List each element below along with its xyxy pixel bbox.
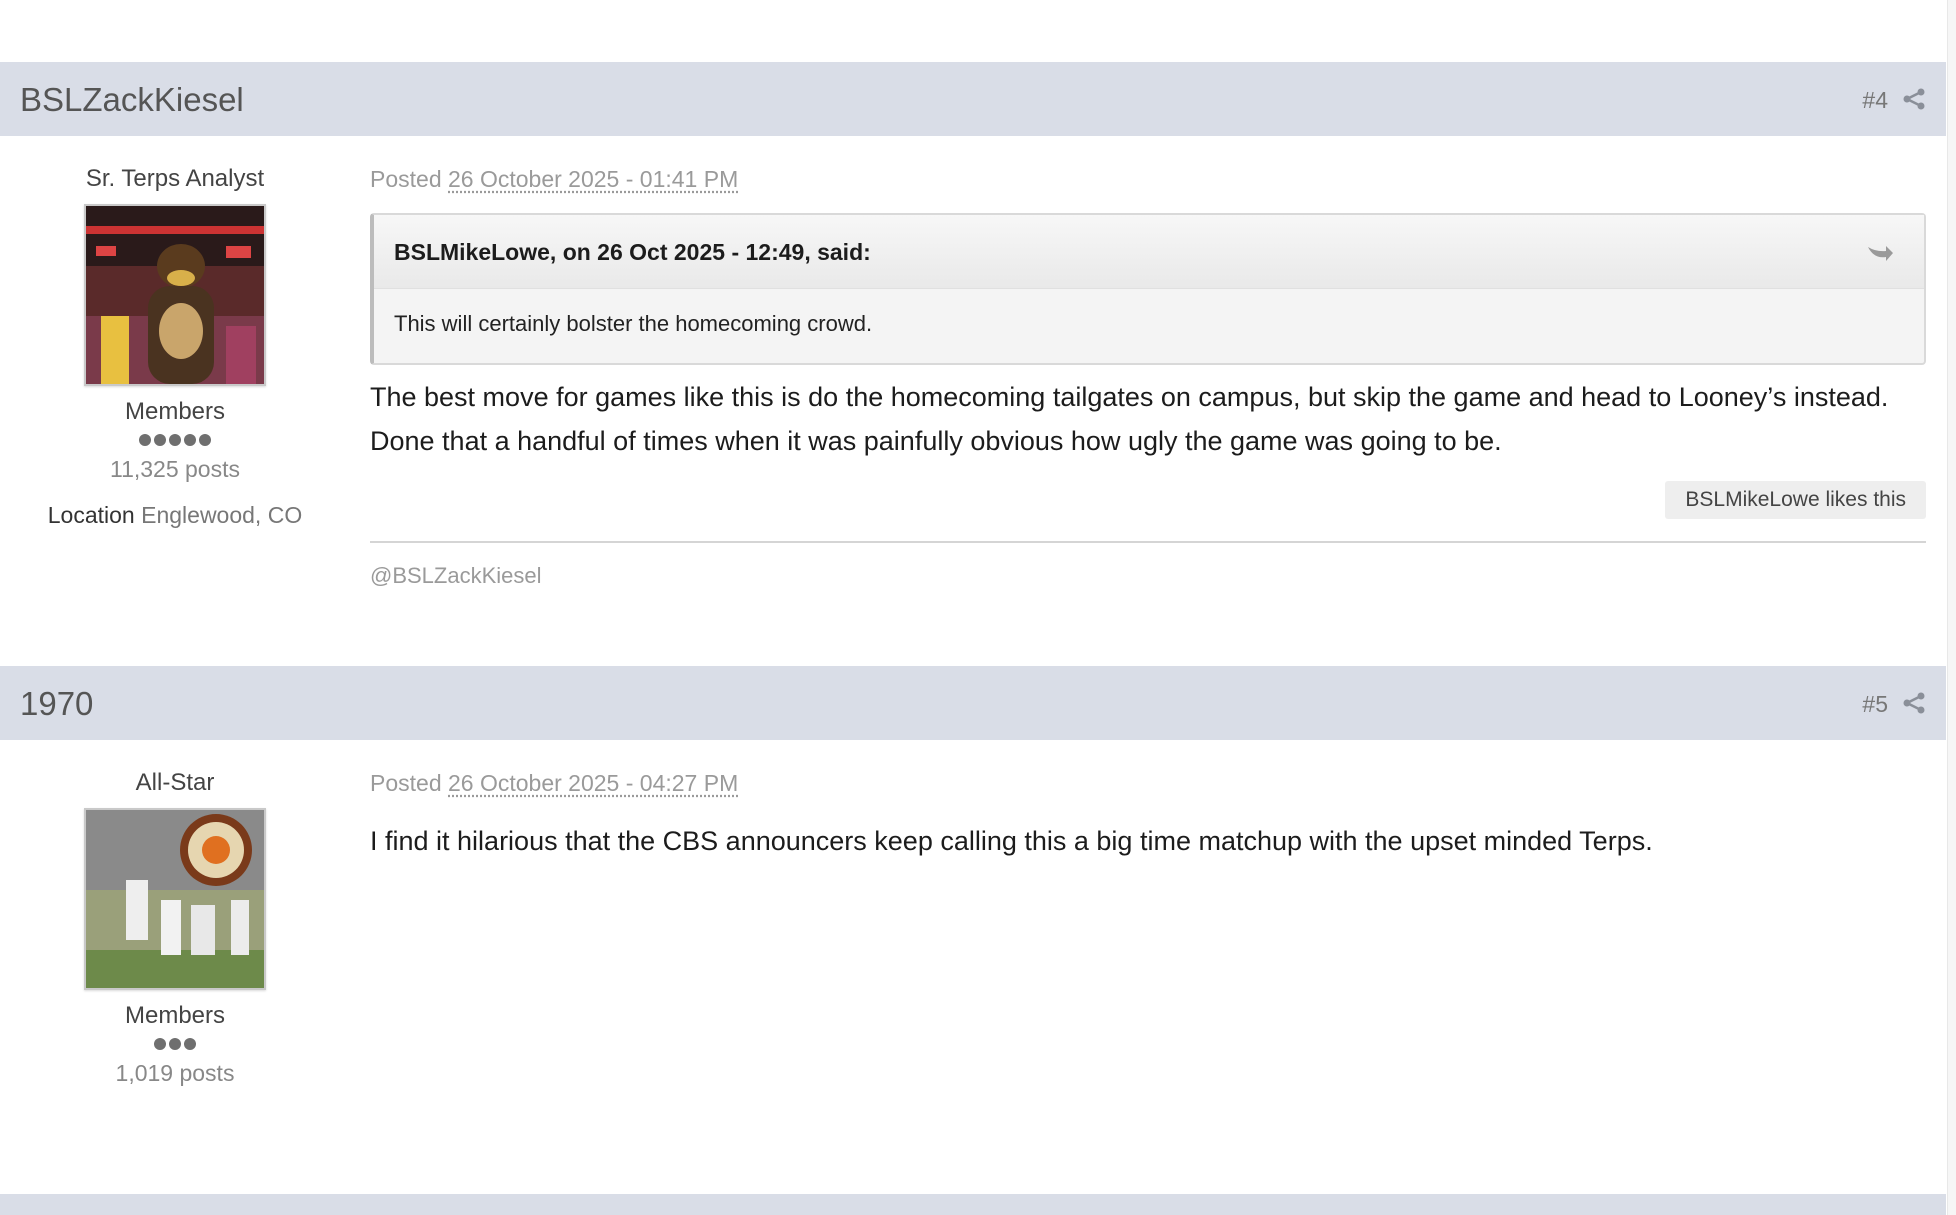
- likes-badge[interactable]: BSLMikeLowe likes this: [1665, 481, 1926, 519]
- quote-text: This will certainly bolster the homecomi…: [394, 311, 873, 336]
- reputation-pips: [20, 430, 330, 450]
- member-group: Members: [124, 1002, 226, 1029]
- location-value: Englewood, CO: [141, 502, 303, 528]
- post-body: Posted 26 October 2025 - 01:41 PM BSLMik…: [370, 165, 1926, 589]
- reputation-pip: [169, 434, 181, 446]
- posted-label: Posted: [370, 166, 442, 192]
- share-icon[interactable]: [1902, 691, 1926, 715]
- post-date: Posted 26 October 2025 - 01:41 PM: [370, 165, 1926, 193]
- avatar-image: [86, 206, 264, 384]
- post-author-link[interactable]: BSLZackKiesel: [20, 81, 244, 119]
- post-header: 1970 #5: [0, 666, 1946, 740]
- avatar[interactable]: [84, 808, 266, 990]
- avatar[interactable]: [84, 204, 266, 386]
- reputation-pip: [154, 1038, 166, 1050]
- share-icon[interactable]: [1902, 87, 1926, 111]
- quote-jump-icon[interactable]: [1866, 243, 1894, 263]
- post-date-value[interactable]: 26 October 2025 - 01:41 PM: [448, 166, 738, 192]
- signature: @BSLZackKiesel: [370, 563, 542, 588]
- page-scrollbar[interactable]: [1947, 0, 1956, 1215]
- post-number-link[interactable]: #5: [1862, 691, 1888, 718]
- reputation-pip: [184, 1038, 196, 1050]
- post-date-value[interactable]: 26 October 2025 - 04:27 PM: [448, 770, 738, 796]
- post-author-link[interactable]: 1970: [20, 685, 93, 723]
- author-info: Sr. Terps Analyst Members 11,325 posts L…: [20, 165, 330, 529]
- post-body: Posted 26 October 2025 - 04:27 PM I find…: [370, 769, 1926, 863]
- author-info: All-Star Members 1,019 posts: [20, 770, 330, 1086]
- post-header: [0, 1194, 1946, 1215]
- member-title: Sr. Terps Analyst: [85, 165, 265, 192]
- post-header: BSLZackKiesel #4: [0, 62, 1946, 136]
- reputation-pip: [139, 434, 151, 446]
- reputation-pips: [20, 1034, 330, 1054]
- post-content: I find it hilarious that the CBS announc…: [370, 826, 1653, 856]
- likes-row: BSLMikeLowe likes this: [370, 481, 1926, 521]
- avatar-image: [86, 810, 264, 988]
- reputation-pip: [154, 434, 166, 446]
- reputation-pip: [184, 434, 196, 446]
- signature-divider: [370, 541, 1926, 543]
- post-date: Posted 26 October 2025 - 04:27 PM: [370, 769, 1926, 797]
- quote-citation: BSLMikeLowe, on 26 Oct 2025 - 12:49, sai…: [374, 215, 1924, 289]
- reputation-pip: [199, 434, 211, 446]
- reputation-pip: [169, 1038, 181, 1050]
- posted-label: Posted: [370, 770, 442, 796]
- location-label: Location: [47, 502, 135, 528]
- post-number-link[interactable]: #4: [1862, 87, 1888, 114]
- post-content: The best move for games like this is do …: [370, 382, 1889, 456]
- post-count: 1,019 posts: [115, 1060, 235, 1086]
- member-title: All-Star: [135, 769, 215, 796]
- post-count: 11,325 posts: [109, 456, 240, 482]
- member-location: Location Englewood, CO: [20, 502, 330, 528]
- quote-block: BSLMikeLowe, on 26 Oct 2025 - 12:49, sai…: [370, 213, 1926, 365]
- member-group: Members: [124, 398, 226, 425]
